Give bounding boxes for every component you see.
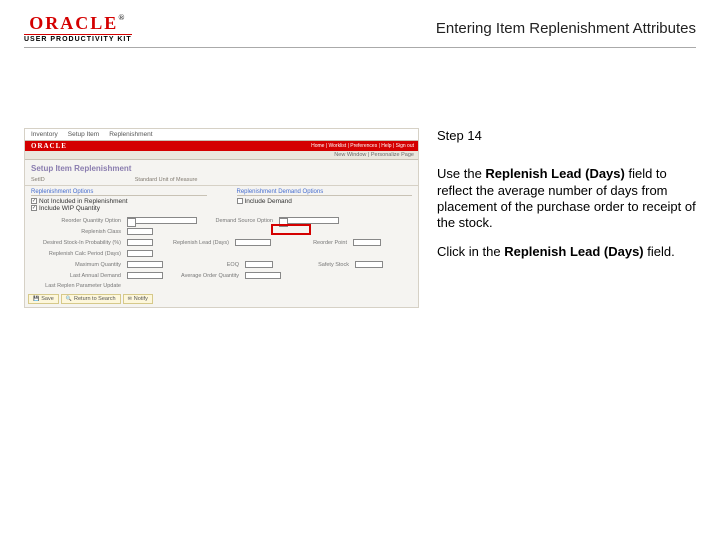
save-icon: 💾 xyxy=(33,296,39,302)
notify-icon: ✉ xyxy=(128,296,132,302)
highlight-box xyxy=(271,224,311,235)
safety-stock-input[interactable] xyxy=(355,261,383,268)
reorder-qty-option-select[interactable] xyxy=(127,217,197,224)
instruction-text-2: Click in the Replenish Lead (Days) field… xyxy=(437,244,696,260)
field-label: Replenish Class xyxy=(31,229,121,235)
replenish-lead-days-input[interactable] xyxy=(235,239,271,246)
field-label: Replenish Calc Period (Days) xyxy=(31,251,121,257)
stock-in-prob-input[interactable] xyxy=(127,239,153,246)
field-label: Reorder Quantity Option xyxy=(31,218,121,224)
field-label: Last Annual Demand xyxy=(31,273,121,279)
save-button[interactable]: 💾Save xyxy=(28,294,59,304)
field-label: Maximum Quantity xyxy=(31,262,121,268)
return-button[interactable]: 🔍Return to Search xyxy=(61,294,121,304)
field-label: Safety Stock xyxy=(279,262,349,268)
app-brandbar-logo: ORACLE xyxy=(31,142,67,150)
avg-order-qty-input[interactable] xyxy=(245,272,281,279)
section-title-right: Replenishment Demand Options xyxy=(237,189,413,196)
section-title-left: Replenishment Options xyxy=(31,189,207,196)
trademark-icon: ® xyxy=(118,13,126,22)
demand-source-option-select[interactable] xyxy=(279,217,339,224)
app-brandbar: ORACLE Home | Worklist | Preferences | H… xyxy=(25,141,418,151)
reorder-point-input[interactable] xyxy=(353,239,381,246)
app-screenshot: Inventory Setup Item Replenishment ORACL… xyxy=(24,128,419,308)
menubar-item: Inventory xyxy=(31,131,58,138)
field-label: Desired Stock-In Probability (%) xyxy=(31,240,121,246)
chk-row: Include Demand xyxy=(237,198,413,205)
upk-subbrand: USER PRODUCTIVITY KIT xyxy=(24,34,132,43)
replenish-class-input[interactable] xyxy=(127,228,153,235)
field-label: Replenish Lead (Days) xyxy=(159,240,229,246)
chk-row: Include WIP Quantity xyxy=(31,205,207,212)
notify-button[interactable]: ✉Notify xyxy=(123,294,153,304)
last-annual-demand-input[interactable] xyxy=(127,272,163,279)
field-label: Demand Source Option xyxy=(203,218,273,224)
field-label: EOQ xyxy=(169,262,239,268)
app-brandbar-links: Home | Worklist | Preferences | Help | S… xyxy=(311,143,414,149)
oracle-logo-text: ORACLE xyxy=(29,13,118,33)
app-subheads: SetID Standard Unit of Measure xyxy=(25,175,418,186)
field-label: Reorder Point xyxy=(277,240,347,246)
app-menubar: Inventory Setup Item Replenishment xyxy=(25,129,418,141)
replenish-calc-period-input[interactable] xyxy=(127,250,153,257)
maximum-quantity-input[interactable] xyxy=(127,261,163,268)
checkbox-icon xyxy=(31,198,37,204)
app-page-title: Setup Item Replenishment xyxy=(25,160,418,175)
chk-row: Not Included in Replenishment xyxy=(31,198,207,205)
menubar-item: Setup Item xyxy=(68,131,99,138)
checkbox-icon xyxy=(237,198,243,204)
app-subbar: New Window | Personalize Page xyxy=(25,151,418,160)
search-icon: 🔍 xyxy=(66,296,72,302)
step-number: Step 14 xyxy=(437,128,696,144)
instruction-text-1: Use the Replenish Lead (Days) field to r… xyxy=(437,166,696,231)
page-title: Entering Item Replenishment Attributes xyxy=(436,20,696,37)
subhead-item: SetID xyxy=(31,177,45,183)
field-label: Last Replen Parameter Update xyxy=(31,283,121,289)
oracle-upk-logo: ORACLE® USER PRODUCTIVITY KIT xyxy=(24,14,132,43)
subhead-item: Standard Unit of Measure xyxy=(135,177,198,183)
eoq-input[interactable] xyxy=(245,261,273,268)
menubar-item: Replenishment xyxy=(109,131,152,138)
checkbox-icon xyxy=(31,205,37,211)
field-label: Average Order Quantity xyxy=(169,273,239,279)
